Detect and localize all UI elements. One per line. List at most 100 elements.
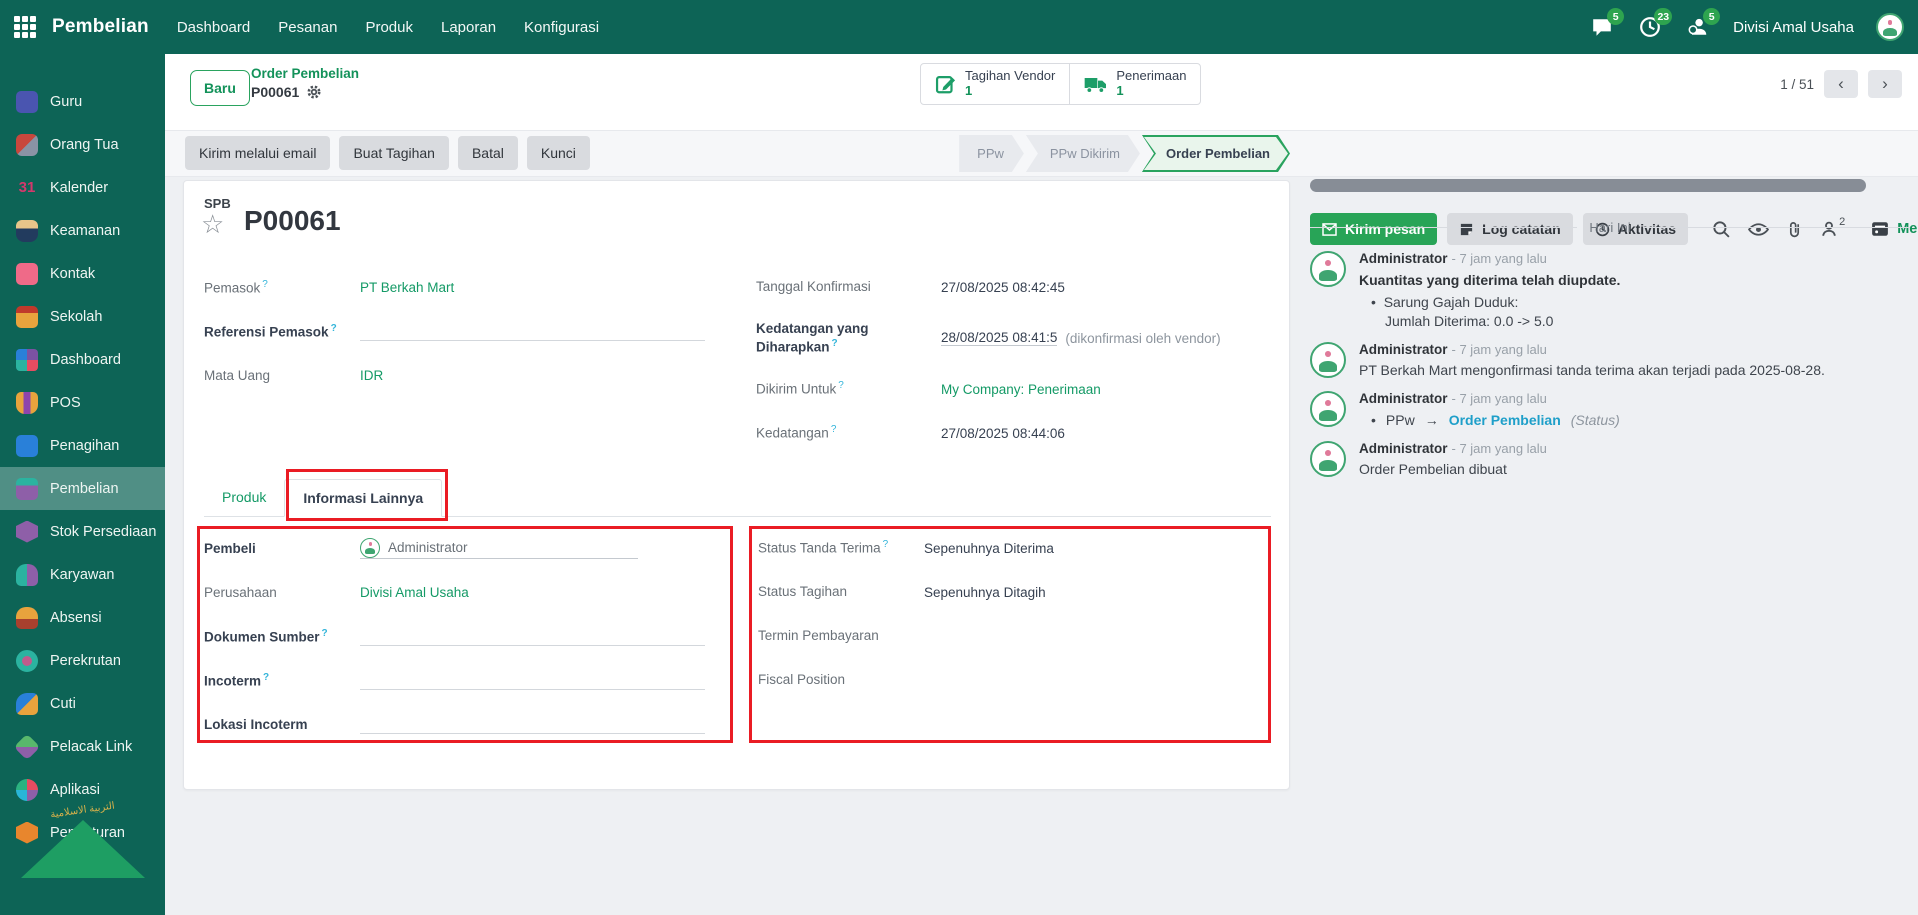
source-document-input[interactable] [360, 626, 705, 646]
favorite-star-icon[interactable]: ☆ [201, 211, 224, 237]
message-avatar [1310, 342, 1346, 378]
sidebar-item-stok-persediaan[interactable]: Stok Persediaan [0, 510, 165, 553]
chatter-message: Administrator- 7 jam yang lalu PT Berkah… [1310, 342, 1910, 378]
sidebar-item-sekolah[interactable]: Sekolah [0, 295, 165, 338]
vendor-bills-button[interactable]: Tagihan Vendor 1 [921, 64, 1069, 104]
sidebar-label: Guru [50, 94, 82, 110]
currency-link[interactable]: IDR [360, 368, 383, 383]
form-left-fields: Pemasok? PT Berkah Mart Referensi Pemaso… [204, 265, 724, 397]
chatter-scrollbar[interactable] [1310, 179, 1866, 192]
school-icon [16, 306, 38, 328]
foundation-logo: التربية الاسلامية [0, 805, 165, 915]
message-author[interactable]: Administrator [1359, 391, 1448, 406]
sidebar-item-pos[interactable]: POS [0, 381, 165, 424]
message-author[interactable]: Administrator [1359, 342, 1448, 357]
billing-status-value: Sepenuhnya Ditagih [924, 585, 1046, 600]
tab-informasi-lainnya[interactable]: Informasi Lainnya [284, 479, 442, 517]
sidebar-item-penagihan[interactable]: Penagihan [0, 424, 165, 467]
receipts-button[interactable]: Penerimaan 1 [1069, 64, 1200, 104]
breadcrumb-band: Baru Order Pembelian P00061 Tagihan Vend… [165, 54, 1918, 131]
apps-grid-icon[interactable] [14, 16, 36, 38]
menu-konfigurasi[interactable]: Konfigurasi [524, 19, 599, 36]
date-divider: Hari Ini [1310, 220, 1910, 235]
attendance-icon [16, 607, 38, 629]
record-pager: 1 / 51 ‹ › [1780, 70, 1902, 98]
menu-pesanan[interactable]: Pesanan [278, 19, 337, 36]
message-detail: • Sarung Gajah Duduk: Jumlah Diterima: 0… [1359, 294, 1620, 329]
sidebar-item-pembelian[interactable]: Pembelian [0, 467, 165, 510]
pager-next-button[interactable]: › [1868, 70, 1902, 98]
send-by-email-button[interactable]: Kirim melalui email [185, 136, 330, 170]
tab-produk[interactable]: Produk [204, 479, 284, 516]
receipts-count: 1 [1116, 84, 1186, 99]
smart-buttons: Tagihan Vendor 1 Penerimaan 1 [920, 63, 1201, 105]
receipts-label: Penerimaan [1116, 69, 1186, 84]
sidebar-item-keamanan[interactable]: Keamanan [0, 209, 165, 252]
form-sheet: SPB ☆ P00061 Pemasok? PT Berkah Mart Ref… [183, 180, 1290, 790]
sidebar-item-dashboard[interactable]: Dashboard [0, 338, 165, 381]
help-icon[interactable]: ? [322, 628, 328, 639]
sidebar-item-absensi[interactable]: Absensi [0, 596, 165, 639]
status-step-order-pembelian[interactable]: Order Pembelian [1142, 135, 1290, 172]
deliver-to-link[interactable]: My Company: Penerimaan [941, 382, 1101, 397]
company-switcher[interactable]: Divisi Amal Usaha [1733, 19, 1854, 36]
activities-badge: 23 [1654, 8, 1672, 25]
confirmation-date-value: 27/08/2025 08:42:45 [941, 280, 1065, 295]
message-author[interactable]: Administrator [1359, 441, 1448, 456]
messages-icon[interactable]: 5 [1589, 14, 1615, 40]
settings-gear-icon[interactable] [306, 84, 322, 100]
sidebar-item-guru[interactable]: Guru [0, 80, 165, 123]
arrow-right-icon: → [1425, 412, 1439, 428]
sidebar-label: Pelacak Link [50, 739, 132, 755]
sidebar-label: POS [50, 395, 81, 411]
help-icon[interactable]: ? [263, 672, 269, 683]
sidebar-item-perekrutan[interactable]: Perekrutan [0, 639, 165, 682]
message-time: - 7 jam yang lalu [1452, 251, 1547, 266]
user-avatar[interactable] [1876, 13, 1904, 41]
menu-produk[interactable]: Produk [365, 19, 413, 36]
pager-previous-button[interactable]: ‹ [1824, 70, 1858, 98]
field-referensi-pemasok: Referensi Pemasok? [204, 309, 724, 353]
help-icon[interactable]: ? [262, 279, 268, 290]
field-pembeli: Pembeli Administrator [204, 526, 724, 570]
vendor-confirmed-note: (dikonfirmasi oleh vendor) [1065, 331, 1220, 346]
menu-dashboard[interactable]: Dashboard [177, 19, 250, 36]
status-step-ppw[interactable]: PPw [959, 135, 1024, 172]
help-icon[interactable]: ? [331, 323, 337, 334]
chatter: Hari Ini Administrator- 7 jam yang lalu … [1310, 212, 1910, 490]
cancel-button[interactable]: Batal [458, 136, 518, 170]
state-badge[interactable]: Baru [190, 70, 250, 106]
help-icon[interactable]: ? [838, 380, 844, 391]
lock-button[interactable]: Kunci [527, 136, 590, 170]
help-icon[interactable]: ? [883, 539, 889, 550]
dashboard-icon [16, 349, 38, 371]
sales-person-icon[interactable]: 5 [1685, 14, 1711, 40]
breadcrumb-parent[interactable]: Order Pembelian [251, 66, 359, 81]
sidebar-item-cuti[interactable]: Cuti [0, 682, 165, 725]
sidebar-item-karyawan[interactable]: Karyawan [0, 553, 165, 596]
vendor-link[interactable]: PT Berkah Mart [360, 280, 454, 295]
create-bill-button[interactable]: Buat Tagihan [339, 136, 448, 170]
expected-arrival-input[interactable]: 28/08/2025 08:41:5 [941, 330, 1057, 346]
sidebar-label: Orang Tua [50, 137, 119, 153]
buyer-input[interactable]: Administrator [360, 538, 638, 559]
sidebar-item-kontak[interactable]: Kontak [0, 252, 165, 295]
status-step-ppw-dikirim[interactable]: PPw Dikirim [1026, 135, 1140, 172]
activities-clock-icon[interactable]: 23 [1637, 14, 1663, 40]
sidebar-item-kalender[interactable]: 31Kalender [0, 166, 165, 209]
main-area: Baru Order Pembelian P00061 Tagihan Vend… [165, 54, 1918, 915]
message-author[interactable]: Administrator [1359, 251, 1448, 266]
tracking-new-value[interactable]: Order Pembelian [1449, 412, 1561, 428]
help-icon[interactable]: ? [831, 424, 837, 435]
vendor-reference-input[interactable] [360, 321, 705, 341]
menu-laporan[interactable]: Laporan [441, 19, 496, 36]
company-link[interactable]: Divisi Amal Usaha [360, 585, 469, 600]
sidebar-item-pelacak-link[interactable]: Pelacak Link [0, 725, 165, 768]
vendor-bills-count: 1 [965, 84, 1055, 99]
incoterm-input[interactable] [360, 670, 705, 690]
sidebar-item-orang-tua[interactable]: Orang Tua [0, 123, 165, 166]
incoterm-location-input[interactable] [360, 714, 705, 734]
help-icon[interactable]: ? [832, 338, 838, 349]
top-navbar: Pembelian Dashboard Pesanan Produk Lapor… [0, 0, 1918, 54]
sidebar-label: Penagihan [50, 438, 119, 454]
